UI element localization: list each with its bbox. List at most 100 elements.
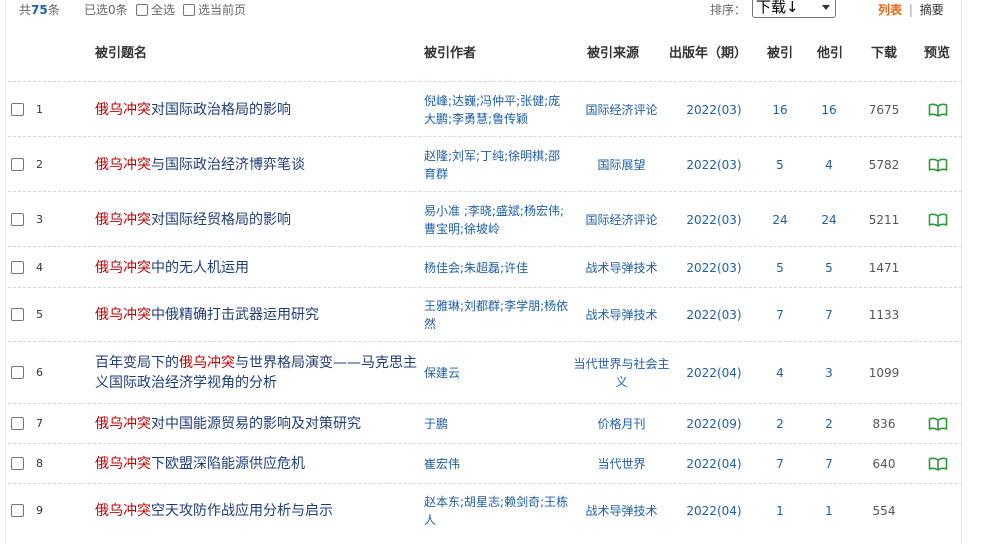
view-list-link[interactable]: 列表: [878, 3, 902, 17]
row-authors[interactable]: 易小准 ;李晓;盛斌;杨宏伟;曹宝明;徐坡岭: [424, 202, 569, 238]
row-other-cited-count[interactable]: 16: [808, 101, 850, 119]
select-page-checkbox[interactable]: [183, 4, 195, 16]
row-cited-count[interactable]: 2: [760, 415, 800, 433]
row-checkbox[interactable]: [11, 260, 24, 274]
book-icon[interactable]: [928, 417, 948, 431]
row-number: 5: [36, 308, 43, 321]
row-source[interactable]: 价格月刊: [569, 415, 674, 433]
row-cited-count[interactable]: 7: [760, 455, 800, 473]
row-checkbox[interactable]: [11, 308, 24, 321]
row-checkbox[interactable]: [11, 102, 24, 116]
row-source[interactable]: 战术导弹技术: [569, 259, 674, 277]
row-authors[interactable]: 保建云: [424, 364, 569, 382]
row-checkbox[interactable]: [11, 457, 24, 470]
row-authors[interactable]: 崔宏伟: [424, 455, 569, 473]
selected-count: 已选0条: [84, 3, 128, 17]
total-count: 共75条: [19, 3, 60, 17]
row-year[interactable]: 2022(03): [678, 306, 750, 324]
row-other-cited-count[interactable]: 3: [808, 364, 850, 382]
col-header-title[interactable]: 被引题名: [95, 46, 147, 62]
view-abstract-link[interactable]: 摘要: [920, 3, 944, 17]
row-other-cited-count[interactable]: 5: [808, 259, 850, 277]
row-authors[interactable]: 于鹏: [424, 415, 569, 433]
row-year[interactable]: 2022(03): [678, 259, 750, 277]
row-source[interactable]: 当代世界与社会主义: [569, 355, 674, 391]
title-highlight: 俄乌冲突: [179, 355, 235, 371]
row-authors[interactable]: 赵本东;胡星志;赖剑奇;王栋人: [424, 493, 569, 529]
title-suffix: 中的无人机运用: [151, 259, 249, 276]
row-source[interactable]: 国际经济评论: [569, 101, 674, 119]
row-source[interactable]: 国际经济评论: [569, 211, 674, 229]
sort-select-value: 下载↓: [756, 0, 799, 16]
row-other-cited-count[interactable]: 7: [808, 455, 850, 473]
row-download-count: 554: [872, 504, 896, 518]
col-header-source[interactable]: 被引来源: [587, 46, 639, 62]
table-row: 7 俄乌冲突对中国能源贸易的影响及对策研究 于鹏 价格月刊 2022(09) 2 2 836: [8, 403, 962, 443]
row-year[interactable]: 2022(03): [678, 156, 750, 174]
row-title-link[interactable]: 俄乌冲突对国际政治格局的影响: [95, 100, 425, 120]
col-header-year[interactable]: 出版年（期）: [669, 46, 747, 62]
row-source[interactable]: 国际展望: [569, 156, 674, 174]
title-suffix: 对国际经贸格局的影响: [151, 211, 291, 228]
row-source[interactable]: 战术导弹技术: [569, 306, 674, 324]
col-header-downloads[interactable]: 下载: [871, 46, 897, 62]
row-checkbox[interactable]: [11, 366, 24, 379]
row-other-cited-count[interactable]: 2: [808, 415, 850, 433]
col-header-other-cited[interactable]: 他引: [817, 46, 843, 62]
row-year[interactable]: 2022(03): [678, 101, 750, 119]
col-header-cited[interactable]: 被引: [767, 46, 793, 62]
row-checkbox[interactable]: [11, 212, 24, 226]
table-row: 9 俄乌冲突空天攻防作战应用分析与启示 赵本东;胡星志;赖剑奇;王栋人 战术导弹技术 2…: [8, 483, 962, 537]
row-download-count: 5211: [868, 212, 900, 227]
book-icon[interactable]: [928, 457, 948, 471]
sort-select[interactable]: 下载↓: [752, 0, 836, 18]
col-header-authors[interactable]: 被引作者: [424, 46, 476, 62]
row-year[interactable]: 2022(09): [678, 415, 750, 433]
row-year[interactable]: 2022(04): [678, 364, 750, 382]
row-other-cited-count[interactable]: 4: [808, 156, 850, 174]
select-all[interactable]: 全选: [136, 3, 175, 17]
table-row: 2 俄乌冲突与国际政治经济博弈笔谈 赵隆;刘军;丁纯;徐明棋;邵育群 国际展望 2022…: [8, 136, 962, 191]
table-row: 1 俄乌冲突对国际政治格局的影响 倪峰;达巍;冯仲平;张健;庞大鹏;李勇慧;鲁传颖国…: [8, 81, 962, 136]
row-cited-count[interactable]: 5: [760, 259, 800, 277]
row-other-cited-count[interactable]: 1: [808, 502, 850, 520]
row-download-count: 1471: [868, 260, 900, 275]
row-cited-count[interactable]: 24: [760, 211, 800, 229]
book-icon[interactable]: [928, 103, 948, 117]
row-authors[interactable]: 倪峰;达巍;冯仲平;张健;庞大鹏;李勇慧;鲁传颖: [424, 92, 569, 128]
row-title-link[interactable]: 俄乌冲突下欧盟深陷能源供应危机: [95, 454, 425, 474]
row-source[interactable]: 当代世界: [569, 455, 674, 473]
row-cited-count[interactable]: 5: [760, 156, 800, 174]
row-cited-count[interactable]: 7: [760, 306, 800, 324]
results-toolbar: 共75条 已选0条 全选 选当前页 排序： 下载↓ 列表 | 摘要: [0, 0, 983, 26]
row-title-link[interactable]: 俄乌冲突中的无人机运用: [95, 258, 425, 278]
row-authors[interactable]: 王雅琳;刘都群;李学朋;杨依然: [424, 297, 569, 333]
row-number: 8: [36, 457, 43, 470]
row-cited-count[interactable]: 16: [760, 101, 800, 119]
select-all-checkbox[interactable]: [136, 4, 148, 16]
row-title-link[interactable]: 俄乌冲突空天攻防作战应用分析与启示: [95, 501, 425, 521]
title-prefix: 百年变局下的: [95, 355, 179, 371]
row-title-link[interactable]: 俄乌冲突与国际政治经济博弈笔谈: [95, 155, 425, 175]
row-other-cited-count[interactable]: 7: [808, 306, 850, 324]
row-checkbox[interactable]: [11, 504, 24, 517]
row-year[interactable]: 2022(03): [678, 211, 750, 229]
row-cited-count[interactable]: 4: [760, 364, 800, 382]
row-title-link[interactable]: 百年变局下的俄乌冲突与世界格局演变——马克思主义国际政治经济学视角的分析: [95, 353, 425, 393]
row-title-link[interactable]: 俄乌冲突对国际经贸格局的影响: [95, 210, 425, 230]
select-page[interactable]: 选当前页: [183, 3, 246, 17]
row-other-cited-count[interactable]: 24: [808, 211, 850, 229]
row-number: 6: [36, 366, 43, 379]
row-checkbox[interactable]: [11, 157, 24, 171]
row-authors[interactable]: 赵隆;刘军;丁纯;徐明棋;邵育群: [424, 147, 569, 183]
row-cited-count[interactable]: 1: [760, 502, 800, 520]
row-title-link[interactable]: 俄乌冲突中俄精确打击武器运用研究: [95, 305, 425, 325]
row-source[interactable]: 战术导弹技术: [569, 502, 674, 520]
row-authors[interactable]: 杨佳会;朱超磊;许佳: [424, 259, 569, 277]
book-icon[interactable]: [928, 213, 948, 227]
row-year[interactable]: 2022(04): [678, 502, 750, 520]
row-title-link[interactable]: 俄乌冲突对中国能源贸易的影响及对策研究: [95, 414, 425, 434]
row-year[interactable]: 2022(04): [678, 455, 750, 473]
row-checkbox[interactable]: [11, 417, 24, 430]
book-icon[interactable]: [928, 158, 948, 172]
